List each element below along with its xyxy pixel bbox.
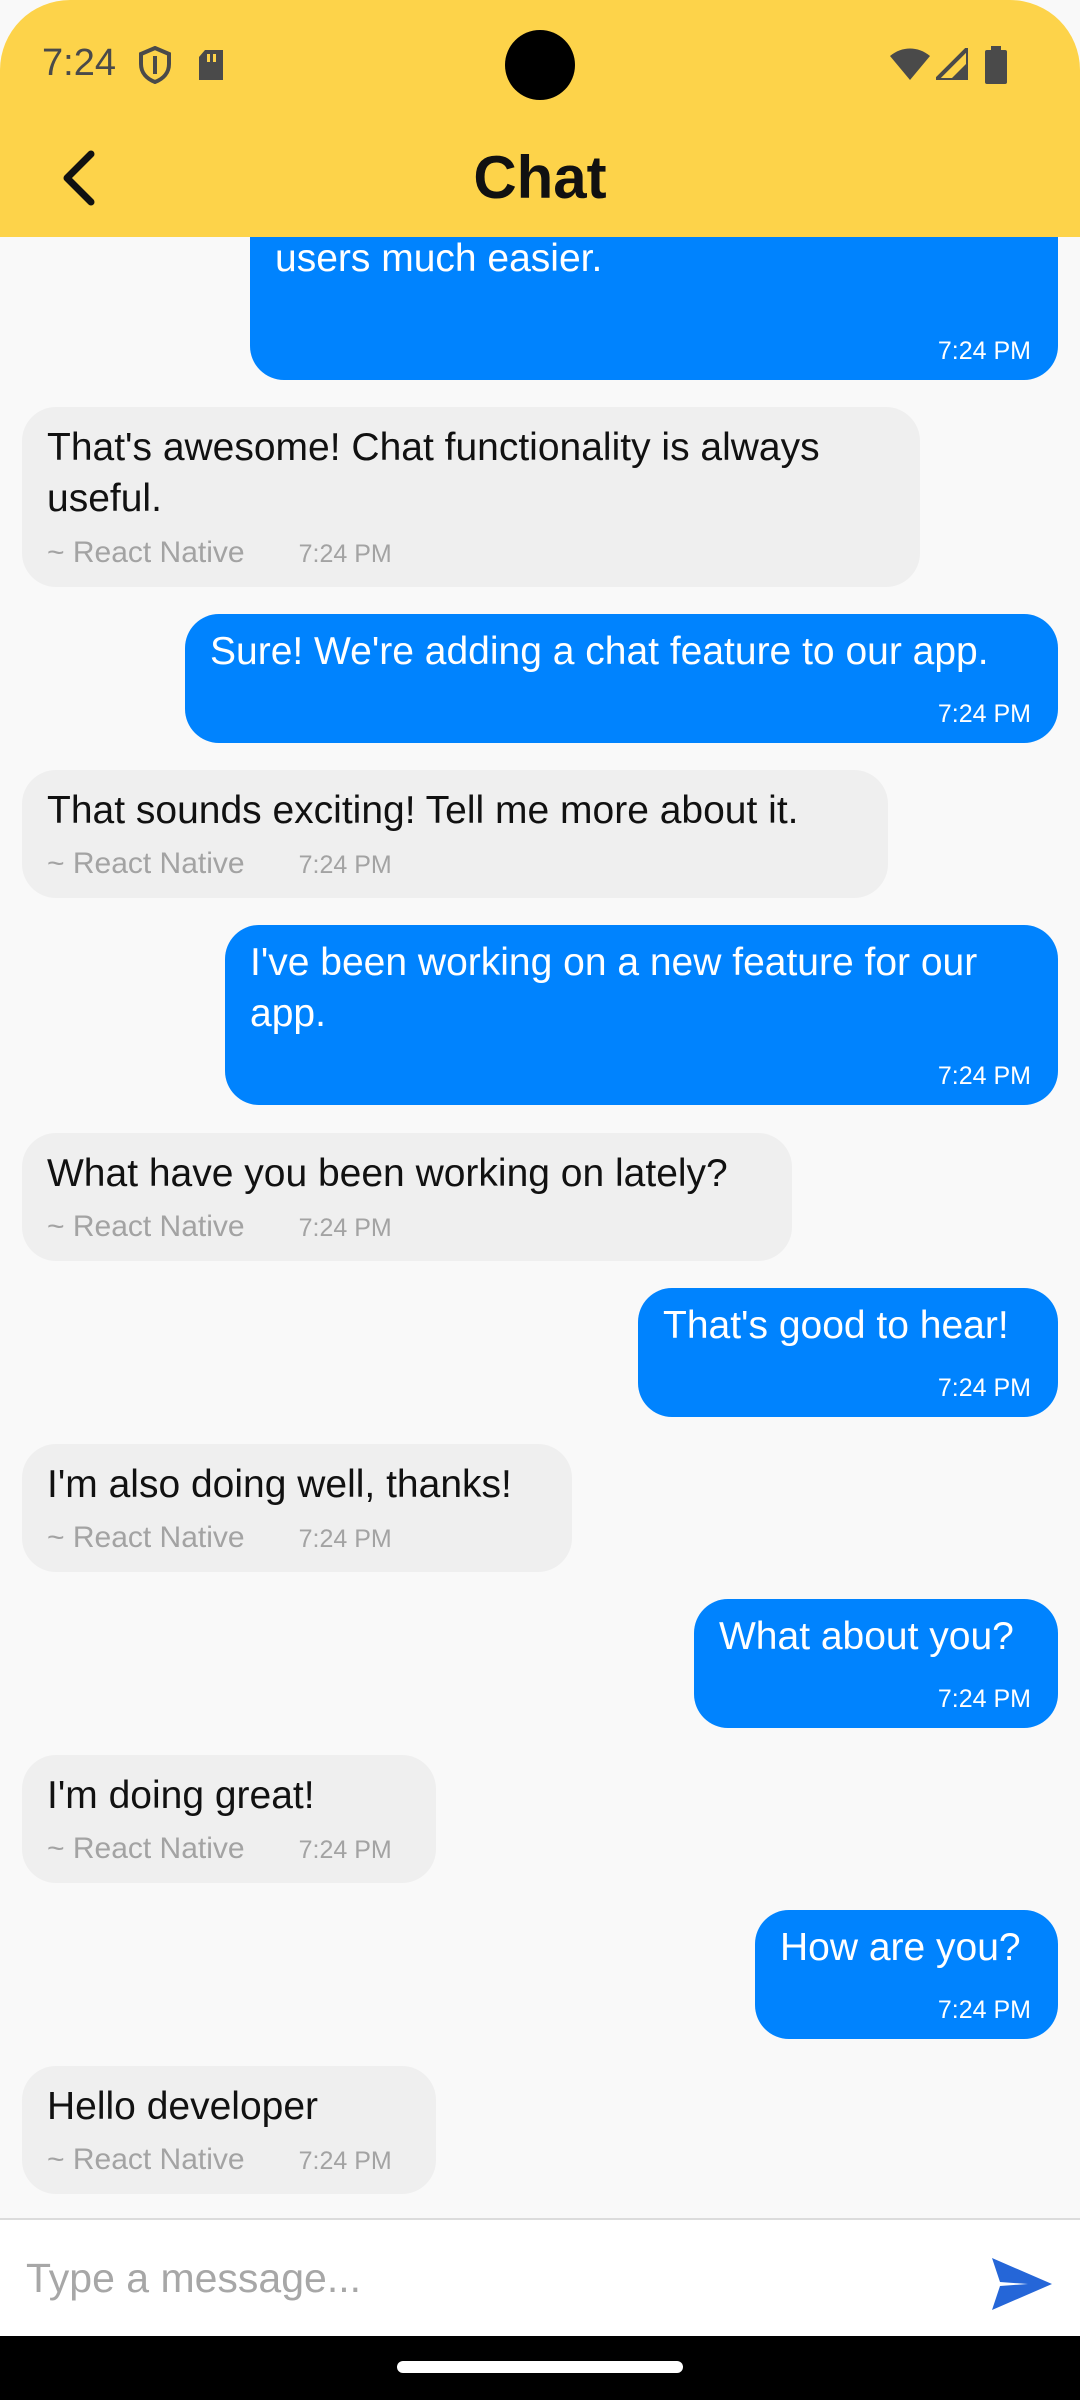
message-text: Hello developer xyxy=(47,2085,319,2128)
app-header: 7:24 Chat xyxy=(0,0,1080,237)
message-sender: ~ React Native xyxy=(47,1210,245,1243)
status-bar: 7:24 xyxy=(0,0,1080,130)
message-time: 7:24 PM xyxy=(937,337,1031,365)
message-time: 7:24 PM xyxy=(298,2147,392,2175)
message-sent: Sure! We're adding a chat feature to our… xyxy=(185,614,1058,743)
message-received: What have you been working on lately? ~ … xyxy=(22,1133,792,1261)
battery-icon xyxy=(985,46,1007,89)
message-sent: How are you? 7:24 PM xyxy=(755,1910,1058,2039)
message-received: I'm doing great! ~ React Native 7:24 PM xyxy=(22,1755,436,1883)
camera-cutout xyxy=(505,30,575,100)
message-sender: ~ React Native xyxy=(47,1521,245,1554)
message-text: I'm also doing well, thanks! xyxy=(47,1463,512,1506)
message-time: 7:24 PM xyxy=(298,1836,392,1864)
message-text: That's good to hear! xyxy=(663,1304,1009,1347)
message-input[interactable] xyxy=(0,2230,950,2326)
message-sent: I've been working on a new feature for o… xyxy=(225,925,1058,1105)
home-indicator[interactable] xyxy=(397,2361,683,2373)
message-text: That's awesome! Chat functionality is al… xyxy=(47,426,820,520)
send-button[interactable] xyxy=(990,2256,1054,2312)
message-time: 7:24 PM xyxy=(937,1062,1031,1090)
message-time: 7:24 PM xyxy=(937,700,1031,728)
system-nav-bar xyxy=(0,2336,1080,2400)
message-sent: That's good to hear! 7:24 PM xyxy=(638,1288,1058,1417)
shield-icon xyxy=(138,45,172,89)
message-received: I'm also doing well, thanks! ~ React Nat… xyxy=(22,1444,572,1572)
message-text: Sure! We're adding a chat feature to our… xyxy=(210,630,989,673)
status-time: 7:24 xyxy=(42,42,116,84)
message-text: What have you been working on lately? xyxy=(47,1152,728,1195)
message-composer xyxy=(0,2218,1080,2336)
chat-messages[interactable]: Yes, it will make communication between … xyxy=(0,0,1080,2218)
message-text: How are you? xyxy=(780,1926,1021,1969)
message-sender: ~ React Native xyxy=(47,2143,245,2176)
message-text: What about you? xyxy=(719,1615,1014,1658)
message-time: 7:24 PM xyxy=(298,1525,392,1553)
sd-card-icon xyxy=(196,48,226,87)
message-received: That sounds exciting! Tell me more about… xyxy=(22,770,888,898)
message-text: I've been working on a new feature for o… xyxy=(250,941,978,1035)
message-received: Hello developer ~ React Native 7:24 PM xyxy=(22,2066,436,2194)
message-received: That's awesome! Chat functionality is al… xyxy=(22,407,920,587)
message-text: That sounds exciting! Tell me more about… xyxy=(47,789,799,832)
message-time: 7:24 PM xyxy=(937,1374,1031,1402)
message-time: 7:24 PM xyxy=(298,540,392,568)
message-time: 7:24 PM xyxy=(937,1996,1031,2024)
cell-signal-icon xyxy=(931,43,970,85)
wifi-icon xyxy=(890,48,930,85)
message-time: 7:24 PM xyxy=(298,851,392,879)
send-icon xyxy=(992,2258,1052,2310)
message-time: 7:24 PM xyxy=(937,1685,1031,1713)
message-time: 7:24 PM xyxy=(298,1214,392,1242)
message-sent: What about you? 7:24 PM xyxy=(694,1599,1058,1728)
message-sender: ~ React Native xyxy=(47,847,245,880)
message-sender: ~ React Native xyxy=(47,1832,245,1865)
page-title: Chat xyxy=(473,144,607,211)
message-text: I'm doing great! xyxy=(47,1774,315,1817)
message-sender: ~ React Native xyxy=(47,536,245,569)
